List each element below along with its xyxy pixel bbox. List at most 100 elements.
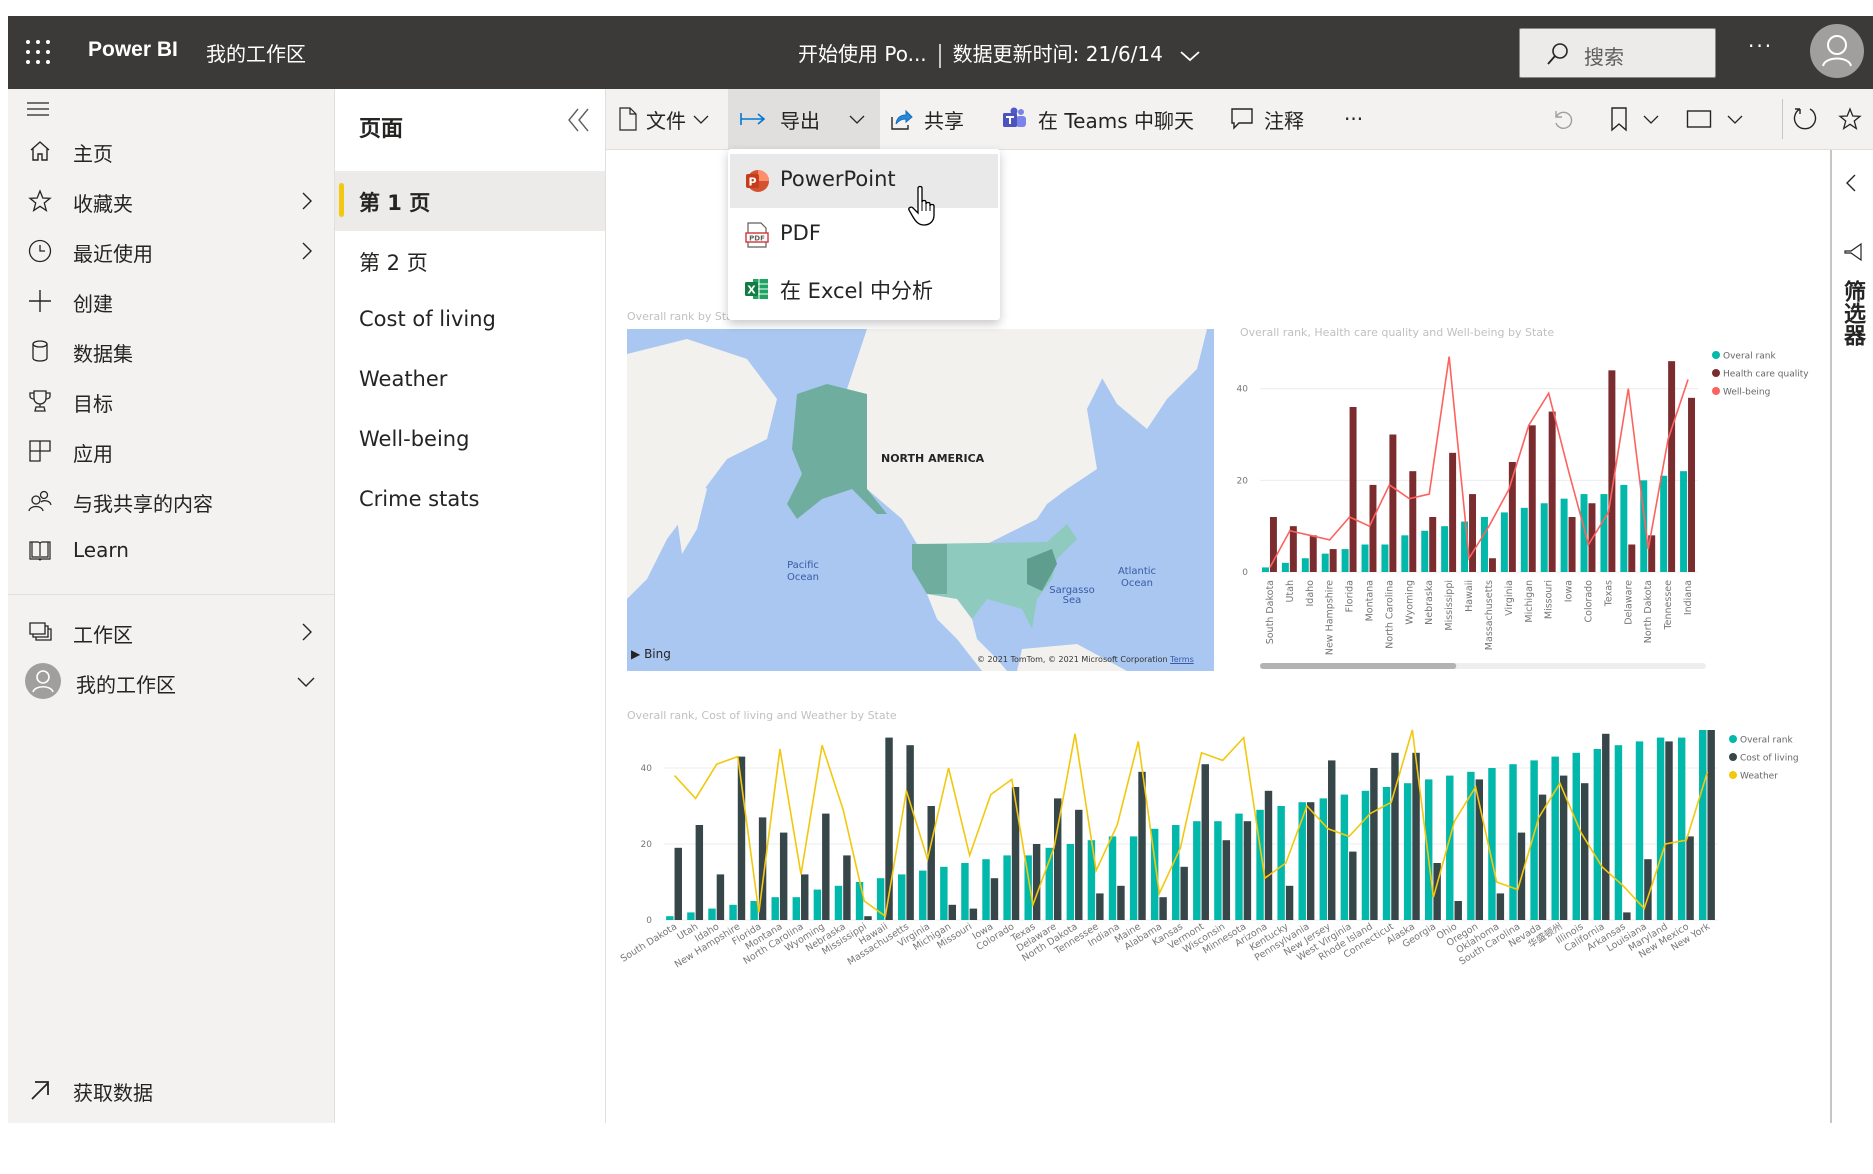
page-tab[interactable]: 第 2 页	[335, 231, 605, 291]
bar-overal-rank	[1572, 752, 1580, 920]
nav-item-goals[interactable]: 目标	[8, 376, 334, 426]
workspace-avatar	[25, 663, 61, 699]
bar-overal-rank	[687, 912, 695, 920]
chart-cost-weather[interactable]: 02040South DakotaUtahIdahoNew HampshireF…	[606, 720, 1830, 1000]
nav-item-shared[interactable]: 与我共享的内容	[8, 476, 334, 526]
powerpoint-icon: P	[746, 170, 769, 192]
bar-overal-rank	[1172, 825, 1180, 920]
bar-overal-rank	[1540, 503, 1548, 572]
hand-cursor-icon	[908, 185, 935, 226]
bar-health-care-quality	[1628, 544, 1636, 572]
menu-item-label: PowerPoint	[780, 167, 896, 191]
refresh-icon	[1793, 108, 1817, 130]
filters-label[interactable]: 筛选器	[1840, 280, 1865, 346]
export-powerpoint-item[interactable]: P PowerPoint	[730, 154, 998, 208]
pdf-icon: PDF	[745, 222, 769, 248]
export-menu-button[interactable]: 导出	[728, 89, 880, 149]
more-options-button[interactable]: ···	[1748, 34, 1773, 58]
bar-cost-of-living	[801, 874, 809, 920]
bing-label: Bing	[644, 647, 671, 661]
x-tick-label: Idaho	[1305, 580, 1316, 607]
teams-chat-button[interactable]: 在 Teams 中聊天	[1002, 89, 1212, 149]
bar-overal-rank	[1699, 730, 1707, 920]
report-title-dropdown[interactable]: 开始使用 Po... 数据更新时间: 21/6/14	[798, 38, 1201, 68]
legend-marker	[1729, 735, 1737, 743]
reset-button[interactable]	[1550, 89, 1580, 149]
nav-label: Learn	[73, 538, 129, 562]
bar-overal-rank	[1381, 544, 1389, 572]
bar-health-care-quality	[1469, 494, 1477, 572]
terms-link[interactable]: Terms	[1170, 655, 1194, 664]
nav-label: 获取数据	[73, 1081, 153, 1105]
nav-item-my-workspace[interactable]: 我的工作区	[8, 657, 334, 707]
nav-label: 我的工作区	[76, 673, 176, 697]
report-toolbar: 文件 导出 共享 在 Teams 中聊天 注释 ···	[606, 89, 1873, 150]
nav-item-apps[interactable]: 应用	[8, 426, 334, 476]
page-tab[interactable]: Weather	[335, 351, 605, 411]
nav-item-recent[interactable]: 最近使用	[8, 226, 334, 276]
map-label-sargasso: Sargasso Sea	[1049, 585, 1095, 606]
x-tick-label: Montana	[1365, 580, 1376, 621]
legend-marker	[1729, 771, 1737, 779]
map-visual-title: Overall rank by State	[627, 310, 745, 323]
star-icon	[1838, 107, 1862, 130]
map-visual[interactable]: NORTH AMERICA Pacific Ocean Atlantic Oce…	[627, 329, 1214, 671]
page-tab[interactable]: 第 1 页	[335, 171, 605, 231]
bar-overal-rank	[1108, 836, 1117, 920]
svg-text:P: P	[748, 176, 756, 189]
favorite-button[interactable]	[1838, 89, 1868, 149]
share-icon	[891, 109, 913, 130]
bar-overal-rank	[750, 901, 758, 920]
nav-label: 与我共享的内容	[73, 492, 213, 516]
page-tab[interactable]: Cost of living	[335, 291, 605, 351]
search-input[interactable]: 搜索	[1519, 28, 1716, 78]
page-tab[interactable]: Well-being	[335, 411, 605, 471]
page-tab-label: Crime stats	[359, 487, 480, 511]
bar-cost-of-living	[1159, 897, 1167, 920]
x-tick-label: South Dakota	[1265, 580, 1276, 644]
share-label: 共享	[924, 108, 964, 133]
nav-label: 应用	[73, 442, 113, 466]
toolbar-more-button[interactable]: ···	[1344, 89, 1374, 149]
export-excel-item[interactable]: X 在 Excel 中分析	[730, 262, 998, 316]
app-launcher-icon[interactable]	[26, 40, 52, 66]
expand-filters-button[interactable]	[1844, 172, 1858, 198]
nav-item-home[interactable]: 主页	[8, 126, 334, 176]
refresh-button[interactable]	[1792, 89, 1822, 149]
bar-health-care-quality	[1269, 517, 1277, 572]
share-button[interactable]: 共享	[890, 89, 986, 149]
export-pdf-item[interactable]: PDF PDF	[730, 208, 998, 262]
view-button[interactable]	[1686, 89, 1756, 149]
nav-item-favorites[interactable]: 收藏夹	[8, 176, 334, 226]
account-avatar[interactable]	[1810, 24, 1864, 78]
export-dropdown-menu: P PowerPoint PDF PDF X 在 Excel 中分析	[728, 149, 1000, 320]
bar-overal-rank	[792, 897, 801, 920]
page-tab-label: Cost of living	[359, 307, 496, 331]
nav-item-learn[interactable]: Learn	[8, 526, 334, 576]
nav-item-create[interactable]: 创建	[8, 276, 334, 326]
hamburger-menu-icon[interactable]	[26, 99, 50, 119]
collapse-pages-button[interactable]	[563, 105, 593, 135]
nav-item-datasets[interactable]: 数据集	[8, 326, 334, 376]
bar-cost-of-living	[1117, 885, 1125, 920]
bar-cost-of-living	[1264, 790, 1273, 920]
bar-overal-rank	[1660, 475, 1668, 572]
chart-health-care[interactable]: 0 20 40 South Dakota Utah Idaho New Hampshire F…	[1220, 340, 1830, 680]
file-menu-button[interactable]: 文件	[618, 89, 722, 149]
page-tab[interactable]: Crime stats	[335, 471, 605, 531]
chevron-down-icon	[693, 115, 709, 124]
comment-button[interactable]: 注释	[1230, 89, 1312, 149]
app-name[interactable]: Power BI	[88, 38, 178, 62]
nav-item-get-data[interactable]: 获取数据	[8, 1065, 334, 1115]
legend-label: Overal rank	[1723, 352, 1776, 362]
legend-marker	[1712, 351, 1720, 359]
bar-overal-rank	[1340, 794, 1349, 920]
nav-item-workspaces[interactable]: 工作区	[8, 607, 334, 657]
y-tick-label: 0	[646, 916, 652, 926]
bookmark-button[interactable]	[1610, 89, 1670, 149]
bar-health-care-quality	[1309, 535, 1317, 572]
breadcrumb-workspace[interactable]: 我的工作区	[206, 38, 306, 67]
search-icon	[1547, 43, 1568, 65]
scrollbar-thumb[interactable]	[1260, 663, 1457, 669]
chart-health-title: Overall rank, Health care quality and We…	[1240, 326, 1555, 339]
